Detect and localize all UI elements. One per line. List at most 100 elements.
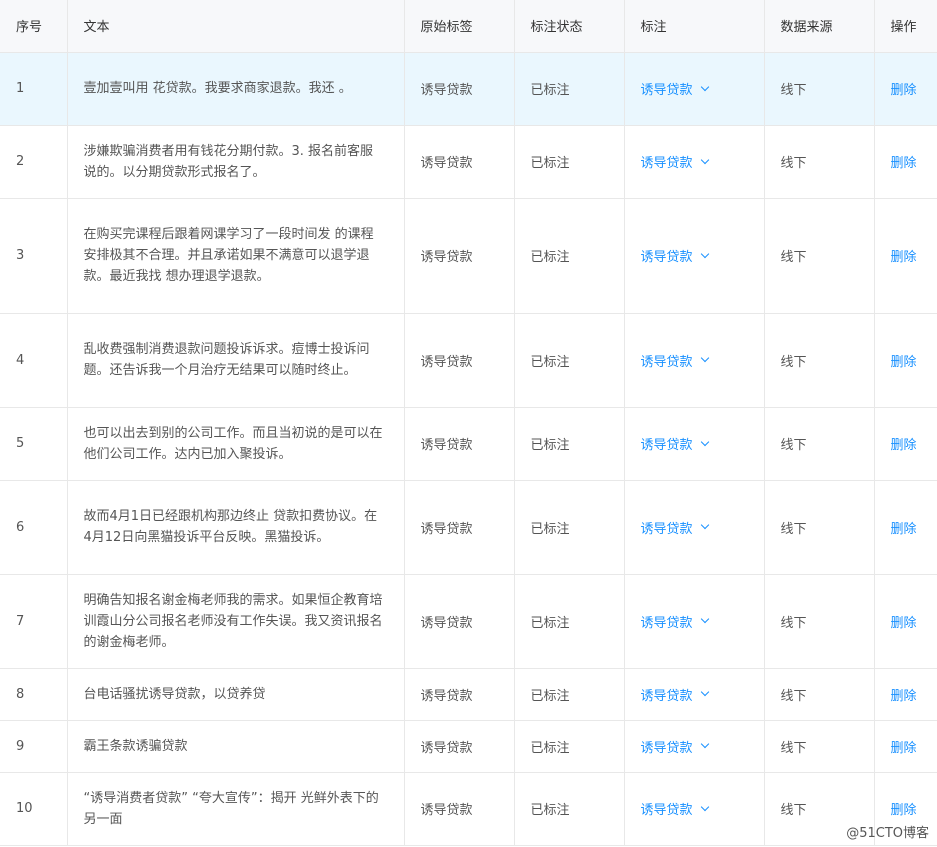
row-index: 5	[0, 407, 68, 481]
annotation-value: 诱导贷款	[640, 438, 693, 453]
row-status: 已标注	[514, 125, 625, 199]
row-source: 线下	[764, 52, 875, 126]
chevron-down-icon	[700, 687, 709, 697]
annotation-dropdown[interactable]: 诱导贷款	[641, 612, 709, 631]
table-row: 2 涉嫌欺骗消费者用有钱花分期付款。3. 报名前客服说的。以分期贷款形式报名了。…	[0, 125, 937, 199]
row-status: 已标注	[514, 720, 625, 773]
row-annotation-cell: 诱导贷款	[624, 313, 765, 408]
annotation-value: 诱导贷款	[640, 803, 693, 818]
row-original-label: 诱导贷款	[404, 198, 515, 314]
delete-button[interactable]: 删除	[891, 616, 917, 631]
row-status: 已标注	[514, 407, 625, 481]
row-index: 4	[0, 313, 68, 408]
table-row: 10 “诱导消费者贷款” “夸大宣传”：揭开 光鲜外表下的另一面 诱导贷款 已标注 诱导…	[0, 772, 937, 846]
col-header-source: 数据来源	[764, 0, 875, 53]
delete-button[interactable]: 删除	[891, 156, 917, 171]
annotation-dropdown[interactable]: 诱导贷款	[640, 434, 709, 453]
chevron-down-icon	[700, 155, 709, 164]
annotation-value: 诱导贷款	[640, 688, 693, 704]
delete-button[interactable]: 删除	[891, 522, 917, 537]
row-original-label: 诱导贷款	[404, 407, 515, 481]
row-source: 线下	[764, 668, 875, 721]
col-header-index: 序号	[0, 0, 68, 53]
row-text: 也可以出去到别的公司工作。而且当初说的是可以在他们公司工作。达内已加入聚投诉。	[67, 407, 405, 481]
row-text: 涉嫌欺骗消费者用有钱花分期付款。3. 报名前客服说的。以分期贷款形式报名了。	[67, 125, 405, 199]
annotation-value: 诱导贷款	[640, 521, 693, 537]
row-action-cell: 删除	[874, 574, 937, 669]
annotation-value: 诱导贷款	[640, 83, 693, 98]
chevron-down-icon	[700, 520, 709, 530]
row-action-cell: 删除	[874, 407, 937, 481]
row-status: 已标注	[514, 52, 625, 126]
row-original-label: 诱导贷款	[404, 52, 515, 126]
row-index: 2	[0, 125, 68, 199]
table-row: 9 霸王条款诱骗贷款 诱导贷款 已标注 诱导贷款 线下 删除	[0, 720, 937, 773]
delete-button[interactable]: 删除	[891, 741, 917, 756]
row-annotation-cell: 诱导贷款	[624, 125, 765, 199]
row-action-cell: 删除	[874, 720, 937, 773]
row-index: 7	[0, 574, 68, 669]
row-index: 6	[0, 480, 68, 575]
annotation-dropdown[interactable]: 诱导贷款	[640, 351, 709, 370]
annotation-table: 序号 文本 原始标签 标注状态 标注 数据来源 操作 1 壹加壹叫用 花贷款。我要…	[0, 0, 937, 846]
row-action-cell: 删除	[874, 313, 937, 408]
annotation-dropdown[interactable]: 诱导贷款	[640, 518, 709, 537]
row-original-label: 诱导贷款	[404, 313, 515, 408]
row-text: 乱收费强制消费退款问题投诉诉求。痘博士投诉问题。还告诉我一个月治疗无结果可以随时…	[67, 313, 405, 408]
annotation-dropdown[interactable]: 诱导贷款	[640, 737, 709, 756]
annotation-value: 诱导贷款	[640, 156, 693, 171]
annotation-value: 诱导贷款	[640, 740, 693, 756]
annotation-dropdown[interactable]: 诱导贷款	[641, 246, 709, 265]
row-source: 线下	[764, 198, 875, 314]
row-annotation-cell: 诱导贷款	[624, 198, 765, 314]
row-action-cell: 删除	[874, 52, 937, 126]
col-header-annotation: 标注	[624, 0, 765, 53]
row-action-cell: 删除	[874, 198, 937, 314]
table-row: 7 明确告知报名谢金梅老师我的需求。如果恒企教育培训霞山分公司报名老师没有工作失误…	[0, 574, 937, 669]
row-status: 已标注	[514, 480, 625, 575]
table-row: 5 也可以出去到别的公司工作。而且当初说的是可以在他们公司工作。达内已加入聚投诉。…	[0, 407, 937, 481]
table-row: 1 壹加壹叫用 花贷款。我要求商家退款。我还 。诱导贷款 已标注 诱导贷款 线下 删除	[0, 52, 937, 126]
row-source: 线下	[764, 720, 875, 773]
row-source: 线下	[764, 407, 875, 481]
row-index: 10	[0, 772, 68, 846]
row-status: 已标注	[514, 668, 625, 721]
col-header-original-label: 原始标签	[404, 0, 515, 53]
row-index: 1	[0, 52, 68, 126]
chevron-down-icon	[700, 739, 709, 749]
delete-button[interactable]: 删除	[891, 355, 917, 370]
row-text: “诱导消费者贷款” “夸大宣传”：揭开 光鲜外表下的另一面	[67, 772, 405, 846]
row-index: 3	[0, 198, 68, 314]
annotation-dropdown[interactable]: 诱导贷款	[640, 152, 709, 171]
annotation-value: 诱导贷款	[640, 354, 693, 370]
delete-button[interactable]: 删除	[891, 438, 917, 453]
row-text: 明确告知报名谢金梅老师我的需求。如果恒企教育培训霞山分公司报名老师没有工作失误。…	[67, 574, 405, 669]
chevron-down-icon	[700, 353, 709, 363]
table-header: 序号 文本 原始标签 标注状态 标注 数据来源 操作	[0, 0, 937, 53]
annotation-dropdown[interactable]: 诱导贷款	[640, 799, 709, 818]
chevron-down-icon	[700, 614, 709, 624]
row-text: 故而4月1日已经跟机构那边终止 贷款扣费协议。在4月12日向黑猫投诉平台反映。黑…	[67, 480, 405, 575]
row-annotation-cell: 诱导贷款	[624, 52, 765, 126]
row-status: 已标注	[514, 574, 625, 669]
annotation-dropdown[interactable]: 诱导贷款	[640, 685, 709, 704]
chevron-down-icon	[700, 82, 709, 91]
annotation-dropdown[interactable]: 诱导贷款	[640, 79, 709, 98]
delete-button[interactable]: 删除	[891, 83, 917, 98]
col-header-text: 文本	[67, 0, 405, 53]
row-annotation-cell: 诱导贷款	[624, 668, 765, 721]
chevron-down-icon	[700, 437, 709, 446]
delete-button[interactable]: 删除	[891, 250, 917, 265]
delete-button[interactable]: 删除	[891, 689, 917, 704]
row-status: 已标注	[514, 198, 625, 314]
row-status: 已标注	[514, 313, 625, 408]
row-annotation-cell: 诱导贷款	[624, 407, 765, 481]
row-source: 线下	[764, 480, 875, 575]
row-original-label: 诱导贷款	[404, 720, 515, 773]
row-text: 在购买完课程后跟着网课学习了一段时间发 的课程安排极其不合理。并且承诺如果不满意…	[67, 198, 405, 314]
delete-button[interactable]: 删除	[891, 803, 917, 818]
table-body: 1 壹加壹叫用 花贷款。我要求商家退款。我还 。诱导贷款 已标注 诱导贷款 线下 删除 2 …	[0, 52, 937, 846]
row-action-cell: 删除	[874, 125, 937, 199]
table-row: 6 故而4月1日已经跟机构那边终止 贷款扣费协议。在4月12日向黑猫投诉平台反映。…	[0, 480, 937, 575]
row-index: 8	[0, 668, 68, 721]
